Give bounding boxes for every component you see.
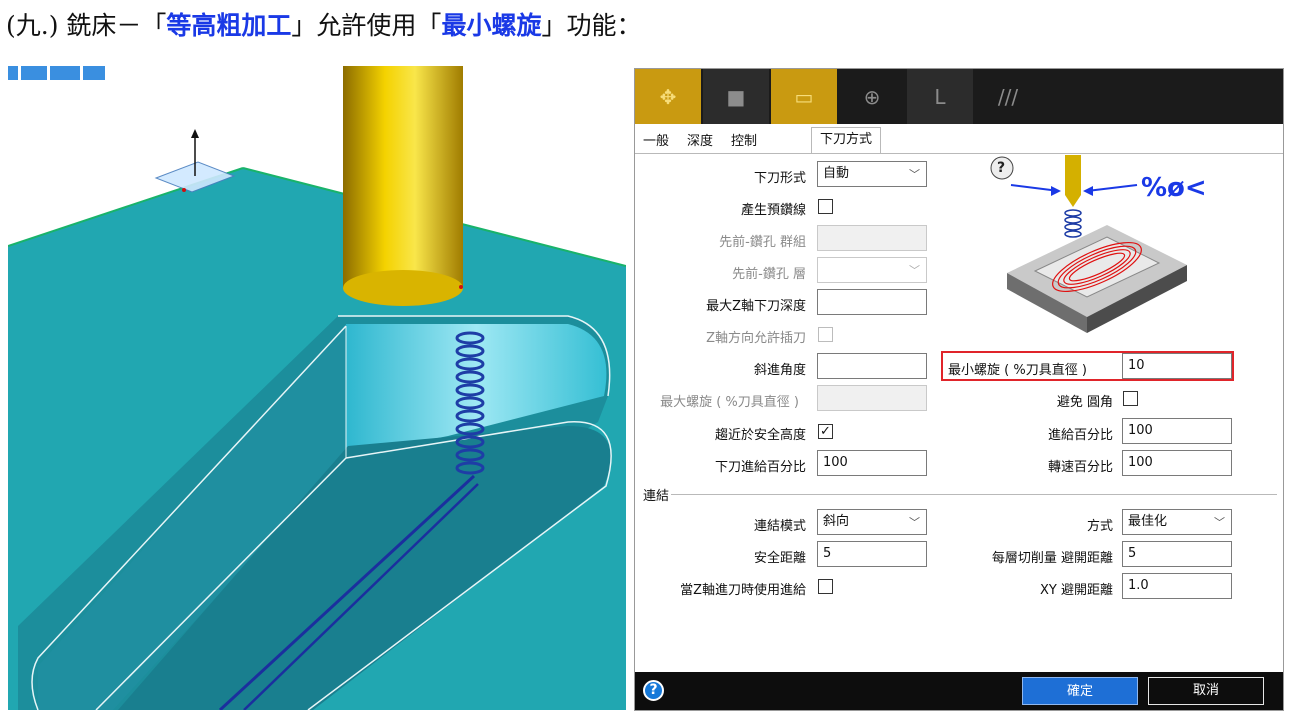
- prev-drill-layer-select: ﹀: [817, 257, 927, 283]
- viewport-toolbar: [8, 66, 105, 80]
- help-icon[interactable]: ?: [643, 680, 664, 701]
- max-helix-field: [817, 385, 927, 411]
- lead-in-icon: L: [934, 84, 946, 109]
- layer-retract-label: 每層切削量 避開距離: [991, 551, 1113, 566]
- gen-predrill-label: 產生預鑽線: [740, 203, 806, 218]
- heading-highlight-2: 最小螺旋: [441, 11, 542, 40]
- safe-dist-label: 安全距離: [753, 551, 806, 566]
- speed-pct-label: 轉速百分比: [1047, 460, 1113, 475]
- approach-safe-label: 趨近於安全高度: [714, 428, 806, 443]
- entry-type-value: 自動: [823, 166, 850, 181]
- use-feed-z-checkbox[interactable]: [818, 579, 833, 594]
- cancel-button[interactable]: 取消: [1148, 677, 1264, 705]
- chevron-down-icon: ﹀: [909, 264, 920, 277]
- max-helix-label: 最大螺旋 ( %刀具直徑 ): [660, 395, 799, 410]
- method-value: 最佳化: [1128, 514, 1168, 529]
- link-mode-label: 連結模式: [753, 519, 806, 534]
- link-group-title: 連結: [641, 485, 672, 504]
- xy-retract-field[interactable]: 1.0: [1122, 573, 1232, 599]
- plunge-feed-pct-field[interactable]: 100: [817, 450, 927, 476]
- use-feed-z-label: 當Z軸進刀時使用進給: [680, 583, 806, 598]
- ribbon-tab-finish[interactable]: ///: [975, 69, 1041, 124]
- cutting-tool: [343, 66, 463, 288]
- approach-safe-checkbox[interactable]: ✓: [818, 424, 833, 439]
- xy-retract-label: XY 避開距離: [1040, 583, 1113, 598]
- crosshair-icon: ⊕: [863, 84, 881, 109]
- tab-divider: [635, 153, 1283, 154]
- prev-drill-group-field: [817, 225, 927, 251]
- ribbon-tab-boundary[interactable]: ▭: [771, 69, 837, 124]
- ramp-angle-field[interactable]: [817, 353, 927, 379]
- entry-type-select[interactable]: 自動 ﹀: [817, 161, 927, 187]
- tab-depth[interactable]: 深度: [679, 131, 721, 153]
- ribbon-tab-stock[interactable]: ■: [703, 69, 769, 124]
- diagram-help-icon: ?: [997, 160, 1006, 176]
- method-select[interactable]: 最佳化 ﹀: [1122, 509, 1232, 535]
- tab-strip: 一般 深度 控制 下刀方式: [635, 125, 1283, 154]
- heading-middle: 」允許使用「: [291, 11, 442, 40]
- diagram-symbol: %ø<: [1141, 173, 1207, 203]
- method-label: 方式: [1086, 519, 1113, 534]
- ribbon-tab-origin[interactable]: ⊕: [839, 69, 905, 124]
- toolbar-grip-icon: [8, 66, 18, 80]
- speed-pct-field[interactable]: 100: [1122, 450, 1232, 476]
- max-z-plunge-field[interactable]: [817, 289, 927, 315]
- heading-prefix: (九.) 銑床－「: [6, 11, 167, 40]
- ribbon-tab-toolpath[interactable]: ✥: [635, 69, 701, 124]
- chevron-down-icon: ﹀: [1214, 516, 1225, 529]
- link-mode-select[interactable]: 斜向 ﹀: [817, 509, 927, 535]
- feed-pct-label: 進給百分比: [1047, 428, 1113, 443]
- dialog-button-bar: ? 確定 取消: [635, 672, 1283, 710]
- fit-view-icon[interactable]: [50, 66, 80, 80]
- toolpath-render: [8, 66, 626, 710]
- 3d-viewport[interactable]: [8, 66, 626, 710]
- page-heading: (九.) 銑床－「等高粗加工」允許使用「最小螺旋」功能：: [6, 6, 641, 42]
- chevron-down-icon: ﹀: [909, 168, 920, 181]
- toolpath-icon: ✥: [659, 84, 677, 109]
- z-plunge-allow-checkbox: [818, 327, 833, 342]
- max-z-plunge-label: 最大Z軸下刀深度: [706, 299, 806, 314]
- link-group-rule: [641, 494, 1277, 495]
- layer-retract-field[interactable]: 5: [1122, 541, 1232, 567]
- heading-suffix: 」功能：: [541, 11, 642, 40]
- link-mode-value: 斜向: [823, 514, 850, 529]
- plunge-feed-pct-label: 下刀進給百分比: [714, 460, 806, 475]
- heading-highlight-1: 等高粗加工: [166, 11, 292, 40]
- prev-drill-layer-label: 先前-鑽孔 層: [732, 267, 806, 282]
- min-helix-highlight: [941, 351, 1234, 381]
- avoid-corner-checkbox[interactable]: [1123, 391, 1138, 406]
- operation-ribbon: ✥ ■ ▭ ⊕ L ///: [635, 69, 1283, 124]
- chevron-down-icon: ﹀: [909, 516, 920, 529]
- ramp-angle-label: 斜進角度: [753, 363, 806, 378]
- toolpath-dialog: ✥ ■ ▭ ⊕ L /// 一般 深度 控制 下刀方式 下刀形式 自動 ﹀ 產生預…: [634, 68, 1284, 711]
- boundary-icon: ▭: [794, 84, 814, 109]
- zoom-icon[interactable]: [21, 66, 47, 80]
- gen-predrill-checkbox[interactable]: [818, 199, 833, 214]
- view-options-icon[interactable]: [83, 66, 105, 80]
- entry-type-label: 下刀形式: [753, 171, 806, 186]
- hatch-lines-icon: ///: [997, 84, 1019, 109]
- ribbon-tab-leadin[interactable]: L: [907, 69, 973, 124]
- z-plunge-allow-label: Z軸方向允許插刀: [706, 331, 806, 346]
- stock-box-icon: ■: [726, 84, 746, 109]
- avoid-corner-label: 避免 圓角: [1056, 395, 1113, 410]
- feed-pct-field[interactable]: 100: [1122, 418, 1232, 444]
- prev-drill-group-label: 先前-鑽孔 群組: [719, 235, 806, 250]
- tab-general[interactable]: 一般: [635, 131, 677, 153]
- safe-dist-field[interactable]: 5: [817, 541, 927, 567]
- ok-button[interactable]: 確定: [1022, 677, 1138, 705]
- tab-entry-method[interactable]: 下刀方式: [811, 127, 882, 154]
- tab-control[interactable]: 控制: [723, 131, 765, 153]
